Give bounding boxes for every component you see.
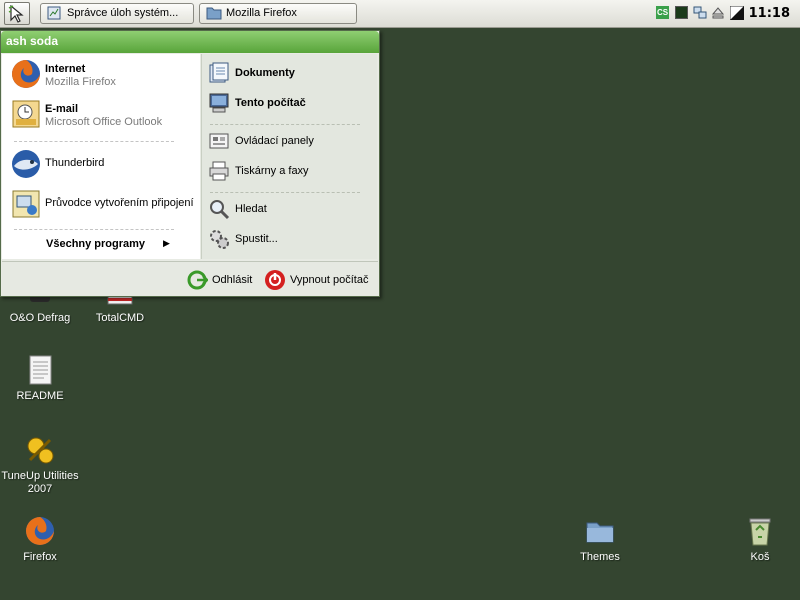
eject-icon[interactable]	[711, 6, 725, 19]
desktop-icon-label: TotalCMD	[95, 312, 145, 324]
all-programs-label: Všechny programy	[46, 238, 146, 250]
documents-icon	[208, 62, 230, 84]
task-label: Mozilla Firefox	[226, 7, 297, 19]
start-cursor-icon	[8, 5, 24, 23]
desktop-icon-label: Firefox	[23, 551, 57, 563]
search-icon	[208, 198, 230, 220]
place-label: Spustit...	[235, 233, 278, 245]
start-button[interactable]	[4, 2, 30, 25]
desktop-icon-recycle-bin[interactable]: Koš	[720, 515, 800, 564]
place-label: Dokumenty	[235, 67, 295, 79]
start-item-subtitle: Mozilla Firefox	[45, 76, 116, 88]
start-menu-footer: Odhlásit Vypnout počítač	[2, 261, 378, 296]
firefox-icon	[10, 58, 42, 90]
start-item-title: E-mail	[45, 103, 79, 115]
desktop-icon-label: README	[16, 390, 64, 402]
desktop-icon-label: TuneUp Utilities 2007	[1, 470, 79, 495]
desktop-icon-label: O&O Defrag	[9, 312, 71, 324]
place-run[interactable]: Spustit...	[208, 227, 374, 251]
place-label: Tiskárny a faxy	[235, 165, 309, 177]
start-menu-separator	[210, 124, 360, 125]
place-label: Ovládací panely	[235, 135, 314, 147]
start-item-thunderbird[interactable]: Thunderbird	[8, 146, 198, 182]
clock[interactable]: 11:18	[749, 6, 790, 21]
network-icon[interactable]	[693, 6, 707, 19]
taskbar: Správce úloh systém... Mozilla Firefox C…	[0, 0, 800, 28]
printer-icon	[208, 160, 230, 182]
logoff-icon	[186, 269, 209, 291]
place-label: Hledat	[235, 203, 267, 215]
power-icon	[264, 269, 286, 291]
volume-icon[interactable]	[729, 5, 745, 21]
desktop-icon-tuneup[interactable]: TuneUp Utilities 2007	[0, 434, 80, 496]
place-my-computer[interactable]: Tento počítač	[208, 91, 374, 115]
desktop-icon-themes[interactable]: Themes	[560, 515, 640, 564]
start-item-connection-wizard[interactable]: Průvodce vytvořením připojení	[8, 186, 198, 222]
start-item-title: Internet	[45, 63, 86, 75]
firefox-icon	[24, 515, 56, 547]
task-manager-icon	[47, 6, 61, 23]
place-label: Tento počítač	[235, 97, 306, 109]
shutdown-label: Vypnout počítač	[290, 274, 369, 286]
desktop-icon-label: Koš	[750, 551, 770, 563]
tuneup-icon	[24, 434, 56, 466]
start-item-internet[interactable]: Internet Mozilla Firefox	[8, 56, 198, 92]
task-button-task-manager[interactable]: Správce úloh systém...	[40, 3, 194, 24]
start-menu-places-pane: Dokumenty Tento počítač Ovládací panely …	[201, 54, 377, 259]
run-icon	[208, 228, 230, 250]
start-menu: ash soda Internet Mozilla Firefox E-mail…	[0, 30, 380, 297]
all-programs-button[interactable]: Všechny programy ▶	[46, 238, 170, 250]
outlook-icon	[10, 98, 42, 130]
task-button-firefox[interactable]: Mozilla Firefox	[199, 3, 357, 24]
computer-icon	[208, 92, 230, 114]
control-panel-icon	[208, 130, 230, 152]
folder-icon	[206, 6, 222, 23]
logoff-label: Odhlásit	[212, 274, 253, 286]
start-menu-programs-pane: Internet Mozilla Firefox E-mail Microsof…	[2, 54, 200, 259]
start-item-subtitle: Microsoft Office Outlook	[45, 116, 163, 128]
folder-icon	[584, 515, 616, 547]
place-documents[interactable]: Dokumenty	[208, 61, 374, 85]
recycle-bin-icon	[744, 515, 776, 547]
connection-wizard-icon	[10, 188, 42, 220]
desktop-icon-firefox[interactable]: Firefox	[0, 515, 80, 564]
start-item-title: Průvodce vytvořením připojení	[45, 197, 194, 209]
start-menu-user-name: ash soda	[1, 31, 379, 53]
start-menu-separator	[14, 141, 174, 142]
place-control-panel[interactable]: Ovládací panely	[208, 129, 374, 153]
start-menu-separator	[210, 192, 360, 193]
desktop-icon-readme[interactable]: README	[0, 354, 80, 403]
cpu-monitor-icon[interactable]	[675, 6, 688, 19]
chevron-right-icon: ▶	[163, 238, 170, 248]
task-label: Správce úloh systém...	[67, 7, 179, 19]
cs-language-icon[interactable]: CS	[656, 6, 669, 19]
text-document-icon	[24, 354, 56, 386]
place-printers[interactable]: Tiskárny a faxy	[208, 159, 374, 183]
place-search[interactable]: Hledat	[208, 197, 374, 221]
start-item-title: Thunderbird	[45, 157, 105, 169]
desktop-icon-label: Themes	[580, 551, 620, 563]
start-menu-separator	[14, 229, 174, 230]
thunderbird-icon	[10, 148, 42, 180]
start-item-email[interactable]: E-mail Microsoft Office Outlook	[8, 96, 198, 132]
